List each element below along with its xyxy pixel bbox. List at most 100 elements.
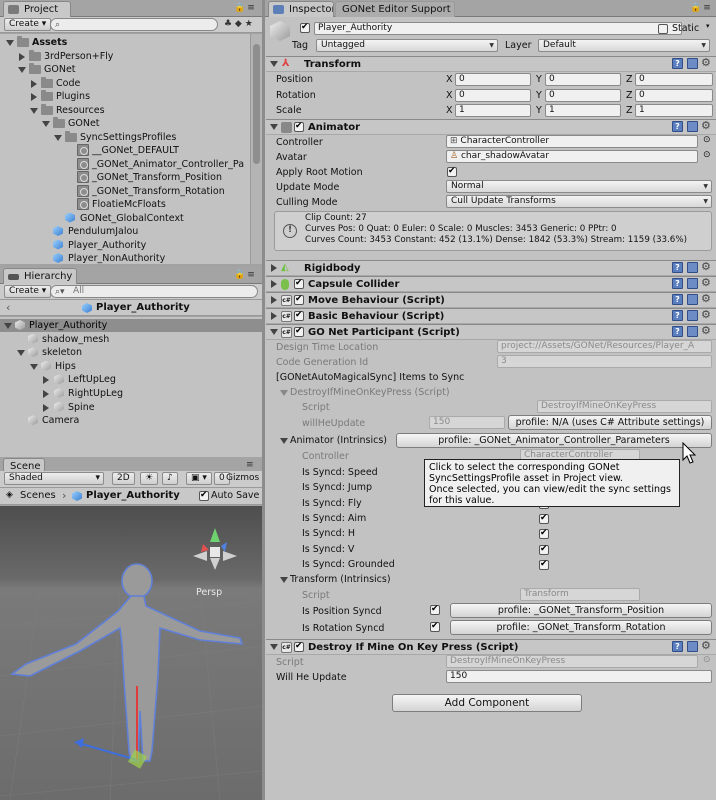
project-item[interactable]: GONet bbox=[0, 63, 262, 76]
gonet-enabled-checkbox[interactable] bbox=[294, 327, 304, 337]
help-book-icon[interactable]: ? bbox=[672, 294, 683, 305]
project-item[interactable]: Player_Authority bbox=[0, 239, 262, 252]
foldout-arrow-icon[interactable] bbox=[280, 390, 288, 396]
project-item[interactable]: _GONet_Animator_Controller_Pa bbox=[0, 157, 262, 171]
hierarchy-item[interactable]: Hips bbox=[0, 360, 262, 373]
shading-mode-dropdown[interactable]: Shaded ▾ bbox=[4, 472, 104, 485]
scene-viewport[interactable]: Persp bbox=[0, 506, 262, 800]
active-checkbox[interactable] bbox=[300, 23, 310, 33]
static-dropdown-arrow[interactable]: ▾ bbox=[706, 22, 710, 30]
expand-arrow-icon[interactable] bbox=[4, 323, 12, 329]
preset-icon[interactable] bbox=[687, 641, 698, 652]
foldout-arrow-icon[interactable] bbox=[271, 296, 277, 304]
expand-arrow-icon[interactable] bbox=[17, 350, 25, 357]
help-book-icon[interactable]: ? bbox=[672, 310, 683, 321]
transform-y-field[interactable]: 0 bbox=[545, 88, 621, 102]
foldout-arrow-icon[interactable] bbox=[271, 264, 277, 272]
expand-arrow-icon[interactable] bbox=[19, 52, 25, 61]
transform-y-field[interactable]: 1 bbox=[545, 104, 621, 117]
update-mode-dropdown[interactable]: Normal bbox=[446, 180, 712, 193]
expand-arrow-icon[interactable] bbox=[42, 121, 50, 127]
hierarchy-item[interactable]: Player_Authority bbox=[0, 319, 262, 332]
gear-icon[interactable]: ⚙ bbox=[701, 292, 711, 306]
animator-header[interactable]: Animator ?⚙ bbox=[266, 119, 716, 135]
hierarchy-search-input[interactable]: ⌕▾ All bbox=[50, 285, 258, 298]
transform-x-field[interactable]: 0 bbox=[455, 88, 531, 102]
hierarchy-create-button[interactable]: Create ▾ bbox=[4, 285, 52, 298]
expand-arrow-icon[interactable] bbox=[31, 93, 37, 101]
project-item[interactable]: GONet_GlobalContext bbox=[0, 212, 262, 225]
project-scrollbar[interactable] bbox=[250, 34, 262, 264]
gear-icon[interactable]: ⚙ bbox=[701, 308, 711, 322]
mode-2d-button[interactable]: 2D bbox=[112, 472, 135, 485]
help-book-icon[interactable]: ? bbox=[672, 278, 683, 289]
rotation-profile-button[interactable]: profile: _GONet_Transform_Rotation bbox=[450, 620, 712, 635]
tab-gonet-editor-support[interactable]: GONet Editor Support bbox=[335, 1, 455, 17]
project-item[interactable]: _GONet_Transform_Position bbox=[0, 171, 262, 184]
foldout-arrow-icon[interactable] bbox=[271, 280, 277, 288]
effects-icon[interactable]: ▣ ▾ bbox=[186, 472, 212, 485]
hierarchy-item[interactable]: RightUpLeg bbox=[0, 387, 262, 400]
auto-save-checkbox[interactable] bbox=[199, 491, 209, 501]
preset-icon[interactable] bbox=[687, 310, 698, 321]
transform-header[interactable]: ⅄ Transform ? ⚙ bbox=[266, 56, 716, 72]
transform-z-field[interactable]: 0 bbox=[635, 88, 713, 102]
persp-label[interactable]: Persp bbox=[196, 587, 222, 598]
audio-icon[interactable]: ♪ bbox=[162, 472, 178, 485]
is-syncd-checkbox[interactable] bbox=[539, 513, 549, 524]
project-item[interactable]: FloatieMcFloats bbox=[0, 198, 262, 211]
expand-arrow-icon[interactable] bbox=[43, 376, 49, 385]
hierarchy-item[interactable]: skeleton bbox=[0, 346, 262, 359]
help-book-icon[interactable]: ? bbox=[672, 121, 683, 132]
foldout-arrow-icon[interactable] bbox=[280, 438, 288, 444]
basic-enabled-checkbox[interactable] bbox=[294, 311, 304, 321]
capsule-enabled-checkbox[interactable] bbox=[294, 279, 304, 289]
tab-hierarchy[interactable]: Hierarchy bbox=[3, 268, 77, 284]
project-item[interactable]: Plugins bbox=[0, 90, 262, 103]
tab-inspector[interactable]: Inspector bbox=[268, 1, 334, 17]
hierarchy-item[interactable]: Camera bbox=[0, 414, 262, 427]
foldout-arrow-icon[interactable] bbox=[271, 312, 277, 320]
will-he-update-field[interactable]: 150 bbox=[446, 670, 712, 683]
basic-behaviour-header[interactable]: c# Basic Behaviour (Script) ?⚙ bbox=[266, 308, 716, 324]
expand-arrow-icon[interactable] bbox=[6, 40, 14, 46]
gizmos-dropdown[interactable]: Gizmos bbox=[226, 473, 259, 483]
transform-x-field[interactable]: 0 bbox=[455, 73, 531, 86]
filter-icons[interactable]: ♣ ◆ ★ bbox=[224, 19, 253, 29]
help-book-icon[interactable]: ? bbox=[672, 262, 683, 273]
gear-icon[interactable]: ⚙ bbox=[701, 324, 711, 338]
transform-x-field[interactable]: 1 bbox=[455, 104, 531, 117]
foldout-arrow-icon[interactable] bbox=[280, 577, 288, 583]
animator-profile-button[interactable]: profile: _GONet_Animator_Controller_Para… bbox=[396, 433, 712, 448]
avatar-field[interactable]: ♙ char_shadowAvatar bbox=[446, 150, 698, 163]
foldout-arrow-icon[interactable] bbox=[270, 124, 278, 130]
object-picker-icon[interactable]: ⊙ bbox=[703, 150, 711, 160]
is-rotation-syncd-checkbox[interactable] bbox=[430, 622, 440, 632]
expand-arrow-icon[interactable] bbox=[18, 67, 26, 73]
project-item[interactable]: _GONet_Transform_Rotation bbox=[0, 184, 262, 198]
is-syncd-checkbox[interactable] bbox=[539, 544, 549, 555]
is-syncd-checkbox[interactable] bbox=[539, 559, 549, 570]
project-item[interactable]: PendulumJalou bbox=[0, 225, 262, 238]
position-profile-button[interactable]: profile: _GONet_Transform_Position bbox=[450, 603, 712, 618]
destroy-enabled-checkbox[interactable] bbox=[294, 642, 304, 652]
animator-enabled-checkbox[interactable] bbox=[294, 122, 304, 132]
foldout-arrow-icon[interactable] bbox=[270, 61, 278, 67]
expand-arrow-icon[interactable] bbox=[43, 390, 49, 398]
add-component-button[interactable]: Add Component bbox=[392, 694, 582, 712]
capsule-collider-header[interactable]: Capsule Collider ?⚙ bbox=[266, 276, 716, 292]
gear-icon[interactable]: ⚙ bbox=[701, 119, 711, 133]
static-checkbox[interactable] bbox=[658, 24, 668, 34]
expand-arrow-icon[interactable] bbox=[43, 403, 49, 412]
project-item[interactable]: Resources bbox=[0, 103, 262, 117]
layer-dropdown[interactable]: Default bbox=[538, 39, 710, 52]
hierarchy-item[interactable]: shadow_mesh bbox=[0, 333, 262, 346]
is-syncd-checkbox[interactable] bbox=[539, 529, 549, 540]
expand-arrow-icon[interactable] bbox=[31, 79, 37, 88]
project-item[interactable]: Player_NonAuthority bbox=[0, 252, 262, 264]
rigidbody-header[interactable]: ◭ Rigidbody ? ⚙ bbox=[266, 260, 716, 276]
gear-icon[interactable]: ⚙ bbox=[701, 276, 711, 290]
hierarchy-item[interactable]: Spine bbox=[0, 401, 262, 414]
help-book-icon[interactable]: ? bbox=[672, 641, 683, 652]
preset-icon[interactable] bbox=[687, 262, 698, 273]
